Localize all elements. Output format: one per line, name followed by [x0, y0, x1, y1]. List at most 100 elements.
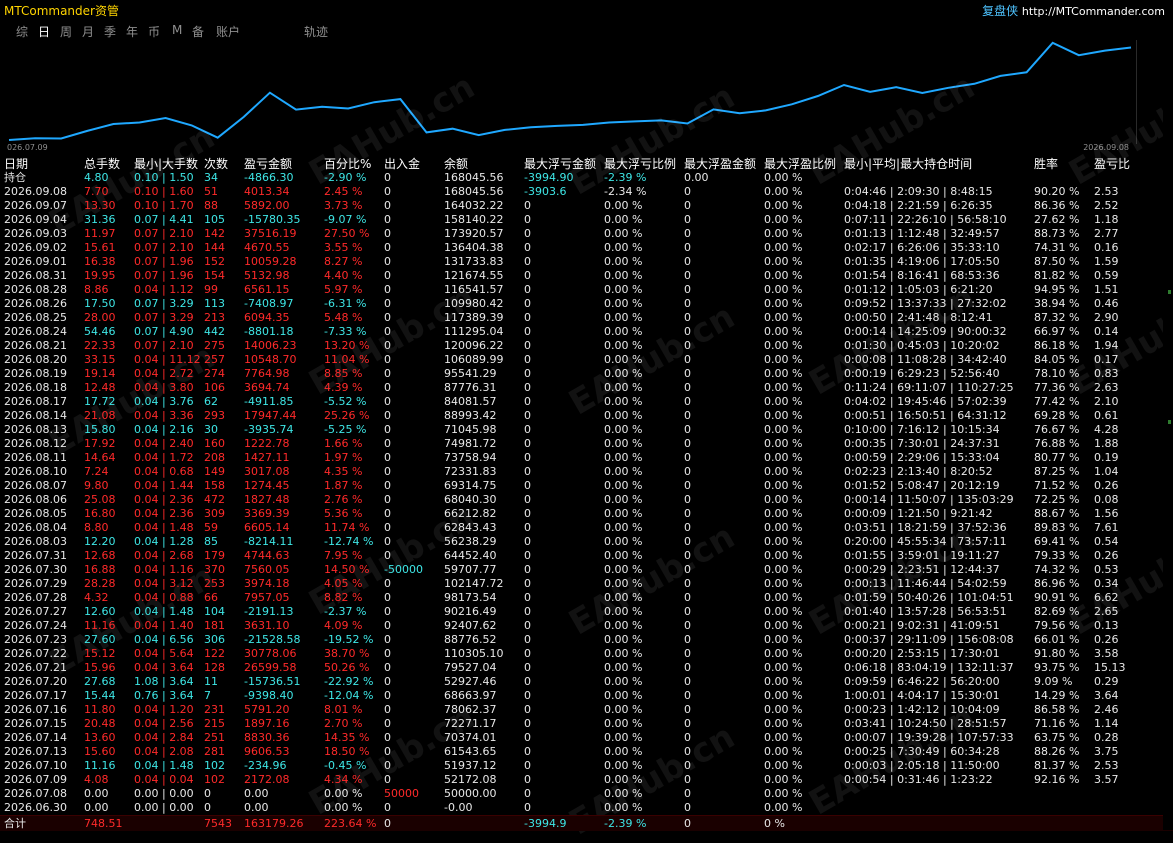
- table-cell: 2026.07.28: [4, 591, 67, 604]
- right-scroll-strip[interactable]: [1163, 40, 1173, 830]
- table-cell: 81.37 %: [1034, 759, 1080, 772]
- table-cell: 2026.07.10: [4, 759, 67, 772]
- table-row[interactable]: 2026.08.13 15.80 0.04 | 2.16 30 -3935.74 -5.2…: [4, 423, 1144, 437]
- table-cell: 0.04 | 0.88: [134, 591, 194, 604]
- table-cell: 10548.70: [244, 353, 297, 366]
- holding-row[interactable]: 持仓 4.80 0.10 | 1.50 34 -4866.30 -2.90 % 0 16804…: [4, 171, 1144, 185]
- table-row[interactable]: 2026.07.29 28.28 0.04 | 3.12 253 3974.18 4.05…: [4, 577, 1144, 591]
- table-cell: 0: [524, 227, 531, 240]
- table-cell: 2026.08.03: [4, 535, 67, 548]
- table-cell: 105: [204, 213, 225, 226]
- table-row[interactable]: 2026.07.15 20.48 0.04 | 2.56 215 1897.16 2.70…: [4, 717, 1144, 731]
- table-cell: 78.10 %: [1034, 367, 1080, 380]
- tab-4[interactable]: 季: [104, 23, 116, 40]
- table-cell: 181: [204, 619, 225, 632]
- total-cell: 0 %: [764, 817, 785, 830]
- tab-6[interactable]: 币: [148, 23, 160, 40]
- table-row[interactable]: 2026.08.11 14.64 0.04 | 1.72 208 1427.11 1.97…: [4, 451, 1144, 465]
- table-cell: 0.00 %: [764, 759, 803, 772]
- table-row[interactable]: 2026.09.03 11.97 0.07 | 2.10 142 37516.19 27.…: [4, 227, 1144, 241]
- table-row[interactable]: 2026.08.10 7.24 0.04 | 0.68 149 3017.08 4.35 …: [4, 465, 1144, 479]
- table-row[interactable]: 2026.07.10 11.16 0.04 | 1.48 102 -234.96 -0.4…: [4, 759, 1144, 773]
- brand-url[interactable]: http://MTCommander.com: [1022, 5, 1165, 18]
- table-row[interactable]: 2026.07.24 11.16 0.04 | 1.40 181 3631.10 4.09…: [4, 619, 1144, 633]
- table-row[interactable]: 2026.08.25 28.00 0.07 | 3.29 213 6094.35 5.48…: [4, 311, 1144, 325]
- table-row[interactable]: 2026.09.04 31.36 0.07 | 4.41 105 -15780.35 -9…: [4, 213, 1144, 227]
- table-cell: 0: [524, 367, 531, 380]
- table-row[interactable]: 2026.08.31 19.95 0.07 | 1.96 154 5132.98 4.40…: [4, 269, 1144, 283]
- table-row[interactable]: 2026.08.12 17.92 0.04 | 2.40 160 1222.78 1.66…: [4, 437, 1144, 451]
- table-cell: 0.00 %: [764, 423, 803, 436]
- table-row[interactable]: 2026.07.22 15.12 0.04 | 5.64 122 30778.06 38.…: [4, 647, 1144, 661]
- table-cell: 0.46: [1094, 297, 1119, 310]
- tab-9[interactable]: 账户: [216, 23, 240, 40]
- table-cell: 0.00 %: [604, 451, 643, 464]
- tab-0[interactable]: 综: [16, 23, 28, 40]
- table-cell: 73758.94: [444, 451, 497, 464]
- table-row[interactable]: 2026.09.07 13.30 0.10 | 1.70 88 5892.00 3.73 …: [4, 199, 1144, 213]
- table-cell: 0.07 | 2.10: [134, 339, 194, 352]
- table-row[interactable]: 2026.08.20 33.15 0.04 | 11.12 257 10548.70 11…: [4, 353, 1144, 367]
- table-row[interactable]: 2026.07.21 15.96 0.04 | 3.64 128 26599.58 50.…: [4, 661, 1144, 675]
- table-cell: 0:01:13 | 1:12:48 | 32:49:57: [844, 227, 1000, 240]
- table-row[interactable]: 2026.08.28 8.86 0.04 | 1.12 99 6561.15 5.97 %…: [4, 283, 1144, 297]
- table-cell: 17947.44: [244, 409, 297, 422]
- table-row[interactable]: 2026.07.23 27.60 0.04 | 6.56 306 -21528.58 -1…: [4, 633, 1144, 647]
- table-cell: -8801.18: [244, 325, 294, 338]
- table-row[interactable]: 2026.08.26 17.50 0.07 | 3.29 113 -7408.97 -6.…: [4, 297, 1144, 311]
- table-row[interactable]: 2026.08.06 25.08 0.04 | 2.36 472 1827.48 2.76…: [4, 493, 1144, 507]
- table-cell: -7.33 %: [324, 325, 367, 338]
- table-cell: 95541.29: [444, 367, 497, 380]
- tab-3[interactable]: 月: [82, 23, 94, 40]
- brand-link[interactable]: 复盘侠 http://MTCommander.com: [982, 2, 1165, 19]
- table-cell: 1.66 %: [324, 437, 363, 450]
- table-row[interactable]: 2026.08.14 21.08 0.04 | 3.36 293 17947.44 25.…: [4, 409, 1144, 423]
- table-row[interactable]: 2026.07.27 12.60 0.04 | 1.48 104 -2191.13 -2.…: [4, 605, 1144, 619]
- table-cell: 0.00 %: [764, 241, 803, 254]
- table-row[interactable]: 2026.07.16 11.80 0.04 | 1.20 231 5791.20 8.01…: [4, 703, 1144, 717]
- table-cell: 16.88: [84, 563, 116, 576]
- table-row[interactable]: 2026.08.05 16.80 0.04 | 2.36 309 3369.39 5.36…: [4, 507, 1144, 521]
- table-row[interactable]: 2026.08.19 19.14 0.04 | 2.72 274 7764.98 8.85…: [4, 367, 1144, 381]
- table-row[interactable]: 2026.07.14 13.60 0.04 | 2.84 251 8830.36 14.3…: [4, 731, 1144, 745]
- table-row[interactable]: 2026.07.31 12.68 0.04 | 2.68 179 4744.63 7.95…: [4, 549, 1144, 563]
- table-row[interactable]: 2026.07.30 16.88 0.04 | 1.16 370 7560.05 14.5…: [4, 563, 1144, 577]
- tab-10[interactable]: 轨迹: [304, 23, 328, 40]
- table-row[interactable]: 2026.09.08 7.70 0.10 | 1.60 51 4013.34 2.45 %…: [4, 185, 1144, 199]
- table-row[interactable]: 2026.08.03 12.20 0.04 | 1.28 85 -8214.11 -12.…: [4, 535, 1144, 549]
- table-row[interactable]: 2026.07.08 0.00 0.00 | 0.00 0 0.00 0.00 % 5000…: [4, 787, 1144, 801]
- tab-7[interactable]: M: [172, 23, 182, 37]
- tab-2[interactable]: 周: [60, 23, 72, 40]
- tab-8[interactable]: 备: [192, 23, 204, 40]
- table-row[interactable]: 2026.08.07 9.80 0.04 | 1.44 158 1274.45 1.87 …: [4, 479, 1144, 493]
- table-row[interactable]: 2026.08.04 8.80 0.04 | 1.48 59 6605.14 11.74 …: [4, 521, 1144, 535]
- table-cell: 0.07 | 2.10: [134, 227, 194, 240]
- table-cell: 0.00 %: [764, 507, 803, 520]
- table-row[interactable]: 2026.07.09 4.08 0.04 | 0.04 102 2172.08 4.34 …: [4, 773, 1144, 787]
- table-cell: 2026.07.27: [4, 605, 67, 618]
- tab-1[interactable]: 日: [38, 23, 50, 40]
- table-row[interactable]: 2026.07.13 15.60 0.04 | 2.08 281 9606.53 18.5…: [4, 745, 1144, 759]
- table-row[interactable]: 2026.08.21 22.33 0.07 | 2.10 275 14006.23 13.…: [4, 339, 1144, 353]
- tab-5[interactable]: 年: [126, 23, 138, 40]
- holding-cell: -2.90 %: [324, 171, 367, 184]
- table-cell: 0: [384, 745, 391, 758]
- table-cell: 160: [204, 437, 225, 450]
- table-row[interactable]: 2026.07.28 4.32 0.04 | 0.88 66 7957.05 8.82 %…: [4, 591, 1144, 605]
- table-row[interactable]: 2026.07.17 15.44 0.76 | 3.64 7 -9398.40 -12.0…: [4, 689, 1144, 703]
- table-row[interactable]: 2026.09.02 15.61 0.07 | 2.10 144 4670.55 3.55…: [4, 241, 1144, 255]
- table-cell: 0: [384, 731, 391, 744]
- table-cell: -22.92 %: [324, 675, 374, 688]
- table-cell: 17.72: [84, 395, 116, 408]
- table-cell: 0.04 | 0.68: [134, 465, 194, 478]
- table-row[interactable]: 2026.09.01 16.38 0.07 | 1.96 152 10059.28 8.2…: [4, 255, 1144, 269]
- table-cell: 2.53: [1094, 185, 1119, 198]
- table-row[interactable]: 2026.08.17 17.72 0.04 | 3.76 62 -4911.85 -5.5…: [4, 395, 1144, 409]
- table-cell: 2026.08.10: [4, 465, 67, 478]
- table-row[interactable]: 2026.08.24 54.46 0.07 | 4.90 442 -8801.18 -7.…: [4, 325, 1144, 339]
- table-cell: 0.00 %: [764, 703, 803, 716]
- table-row[interactable]: 2026.06.30 0.00 0.00 | 0.00 0 0.00 0.00 % 0 -0.…: [4, 801, 1144, 815]
- table-cell: 98173.54: [444, 591, 497, 604]
- table-row[interactable]: 2026.08.18 12.48 0.04 | 3.80 106 3694.74 4.39…: [4, 381, 1144, 395]
- table-row[interactable]: 2026.07.20 27.68 1.08 | 3.64 11 -15736.51 -22…: [4, 675, 1144, 689]
